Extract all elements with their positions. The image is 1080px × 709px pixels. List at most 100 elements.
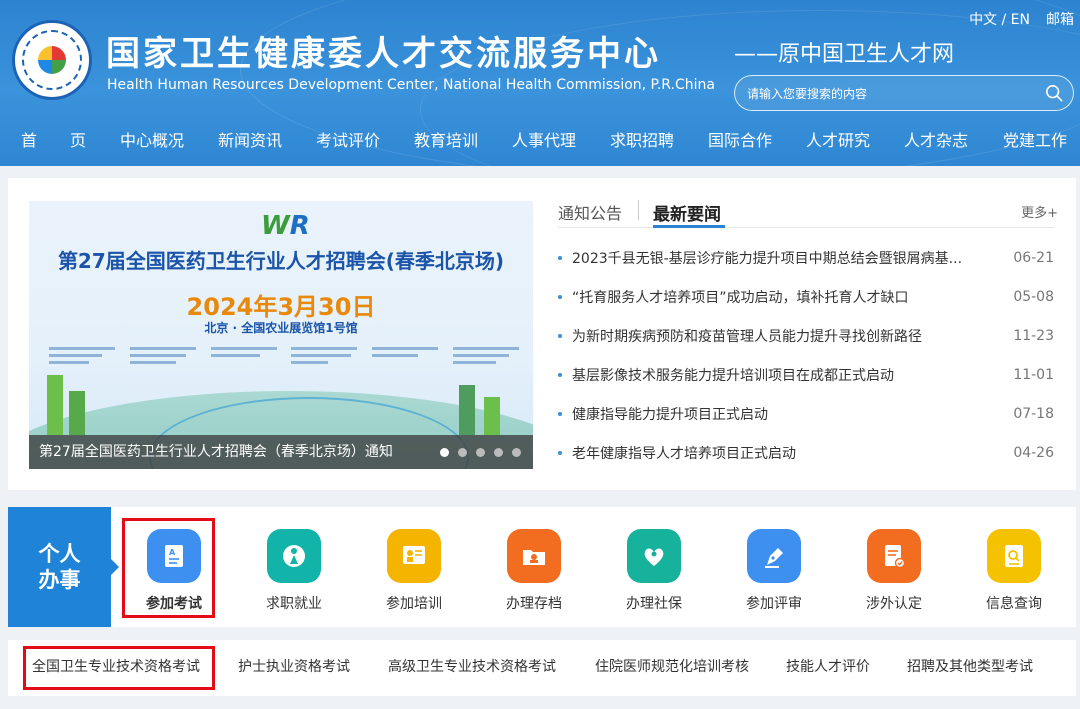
nav-item-magazine[interactable]: 人才杂志 xyxy=(882,122,990,160)
service-foreign-cert[interactable]: 涉外认定 xyxy=(844,529,944,613)
service-archive[interactable]: 办理存档 xyxy=(484,529,584,613)
service-label: 求职就业 xyxy=(266,596,322,612)
banner-decoration xyxy=(484,397,500,435)
service-review[interactable]: 参加评审 xyxy=(724,529,824,613)
bullet-icon xyxy=(558,411,562,416)
carousel-dot[interactable] xyxy=(494,448,503,457)
bullet-icon xyxy=(558,255,562,260)
news-title: 老年健康指导人才培养项目正式启动 xyxy=(572,445,796,462)
carousel-dot[interactable] xyxy=(512,448,521,457)
banner-info-columns xyxy=(49,347,519,368)
nav-item-international[interactable]: 国际合作 xyxy=(686,122,794,160)
org-logo-icon[interactable] xyxy=(12,20,92,100)
news-panel: WR 第27届全国医药卫生行业人才招聘会(春季北京场) 2024年3月30日 北… xyxy=(8,178,1076,490)
foreign-cert-icon xyxy=(867,529,921,583)
nav-item-jobs[interactable]: 求职招聘 xyxy=(598,122,686,160)
service-info-query[interactable]: 信息查询 xyxy=(964,529,1064,613)
search-input[interactable] xyxy=(747,83,1037,105)
news-title: 健康指导能力提升项目正式启动 xyxy=(572,406,768,423)
info-query-icon xyxy=(987,529,1041,583)
nav-item-party[interactable]: 党建工作 xyxy=(990,122,1080,160)
list-item[interactable]: 基层影像技术服务能力提升培训项目在成都正式启动 11-01 xyxy=(558,355,1054,394)
list-item[interactable]: 老年健康指导人才培养项目正式启动 04-26 xyxy=(558,433,1054,472)
news-date: 05-08 xyxy=(1013,288,1054,305)
services-label: 个人 办事 xyxy=(8,507,119,627)
org-name-en: Health Human Resources Development Cente… xyxy=(107,77,715,93)
list-item[interactable]: 2023千县无银-基层诊疗能力提升项目中期总结会暨银屑病基... 06-21 xyxy=(558,238,1054,277)
personal-services: 个人 办事 A 参加考试 求职就业 参加培训 办理存档 办理社保 参加评审 涉外… xyxy=(8,507,1076,627)
carousel-dot[interactable] xyxy=(476,448,485,457)
news-date: 07-18 xyxy=(1013,405,1054,422)
archive-icon xyxy=(507,529,561,583)
nav-item-personnel[interactable]: 人事代理 xyxy=(490,122,598,160)
news-list: 2023千县无银-基层诊疗能力提升项目中期总结会暨银屑病基... 06-21 “… xyxy=(558,238,1054,472)
news-tabs: 通知公告 最新要闻 更多+ xyxy=(558,200,1058,228)
mail-link[interactable]: 邮箱 xyxy=(1046,9,1074,29)
banner-decoration xyxy=(69,391,85,435)
news-date: 06-21 xyxy=(1013,249,1054,266)
bullet-icon xyxy=(558,450,562,455)
banner-decoration xyxy=(459,385,475,435)
bullet-icon xyxy=(558,294,562,299)
bullet-icon xyxy=(558,333,562,338)
news-title: 2023千县无银-基层诊疗能力提升项目中期总结会暨银屑病基... xyxy=(572,250,963,267)
tab-notice[interactable]: 通知公告 xyxy=(558,200,622,224)
service-label: 涉外认定 xyxy=(866,596,922,612)
tab-underline xyxy=(558,227,1054,228)
list-item[interactable]: 为新时期疾病预防和疫苗管理人员能力提升寻找创新路径 11-23 xyxy=(558,316,1054,355)
more-link[interactable]: 更多+ xyxy=(1021,202,1058,221)
exam-links: 全国卫生专业技术资格考试 护士执业资格考试 高级卫生专业技术资格考试 住院医师规… xyxy=(8,640,1076,696)
highlight-box xyxy=(122,518,215,618)
service-label: 信息查询 xyxy=(986,596,1042,612)
list-item[interactable]: “托育服务人才培养项目”成功启动，填补托育人才缺口 05-08 xyxy=(558,277,1054,316)
service-job[interactable]: 求职就业 xyxy=(244,529,344,613)
exam-link-nurse[interactable]: 护士执业资格考试 xyxy=(238,640,350,696)
main-nav: 首 页 中心概况 新闻资讯 考试评价 教育培训 人事代理 求职招聘 国际合作 人… xyxy=(0,122,1080,160)
service-label: 参加培训 xyxy=(386,596,442,612)
banner-venue: 北京 · 全国农业展览馆1号馆 xyxy=(204,321,358,335)
news-title: “托育服务人才培养项目”成功启动，填补托育人才缺口 xyxy=(572,289,909,306)
carousel-dot[interactable] xyxy=(440,448,449,457)
banner-logo: WR xyxy=(261,211,310,241)
nav-item-home-1[interactable]: 首 xyxy=(0,122,58,160)
search-icon[interactable] xyxy=(1045,84,1063,102)
search-box xyxy=(734,75,1074,111)
carousel-dot[interactable] xyxy=(458,448,467,457)
nav-item-news[interactable]: 新闻资讯 xyxy=(206,122,294,160)
highlight-box xyxy=(23,646,215,690)
nav-item-research[interactable]: 人才研究 xyxy=(794,122,882,160)
nav-item-home-2[interactable]: 页 xyxy=(58,122,98,160)
news-date: 04-26 xyxy=(1013,444,1054,461)
list-item[interactable]: 健康指导能力提升项目正式启动 07-18 xyxy=(558,394,1054,433)
training-icon xyxy=(387,529,441,583)
banner-carousel[interactable]: WR 第27届全国医药卫生行业人才招聘会(春季北京场) 2024年3月30日 北… xyxy=(29,201,533,469)
news-title: 为新时期疾病预防和疫苗管理人员能力提升寻找创新路径 xyxy=(572,328,922,345)
service-training[interactable]: 参加培训 xyxy=(364,529,464,613)
exam-link-recruitment[interactable]: 招聘及其他类型考试 xyxy=(907,640,1033,696)
top-links: 中文 / EN 邮箱 xyxy=(969,9,1074,29)
review-icon xyxy=(747,529,801,583)
nav-item-education[interactable]: 教育培训 xyxy=(402,122,490,160)
job-icon xyxy=(267,529,321,583)
former-name: ——原中国卫生人才网 xyxy=(734,42,955,67)
banner-date: 2024年3月30日 xyxy=(186,293,376,321)
banner-title: 第27届全国医药卫生行业人才招聘会(春季北京场) xyxy=(57,249,505,273)
service-social-security[interactable]: 办理社保 xyxy=(604,529,704,613)
tab-active-indicator xyxy=(653,225,725,228)
tab-divider xyxy=(638,200,639,220)
nav-item-exam[interactable]: 考试评价 xyxy=(294,122,402,160)
exam-link-skill-eval[interactable]: 技能人才评价 xyxy=(786,640,870,696)
language-switch-link[interactable]: 中文 / EN xyxy=(969,9,1030,29)
nav-item-about[interactable]: 中心概况 xyxy=(98,122,206,160)
bullet-icon xyxy=(558,372,562,377)
exam-link-resident-training[interactable]: 住院医师规范化培训考核 xyxy=(595,640,749,696)
exam-link-senior-health-tech[interactable]: 高级卫生专业技术资格考试 xyxy=(388,640,556,696)
site-header: 国家卫生健康委人才交流服务中心 Health Human Resources D… xyxy=(0,0,1080,166)
banner-decoration xyxy=(47,375,63,435)
service-label: 办理社保 xyxy=(626,596,682,612)
carousel-dots xyxy=(440,448,521,457)
news-date: 11-01 xyxy=(1013,366,1054,383)
service-label: 参加评审 xyxy=(746,596,802,612)
tab-latest-news[interactable]: 最新要闻 xyxy=(653,200,721,225)
service-label: 办理存档 xyxy=(506,596,562,612)
